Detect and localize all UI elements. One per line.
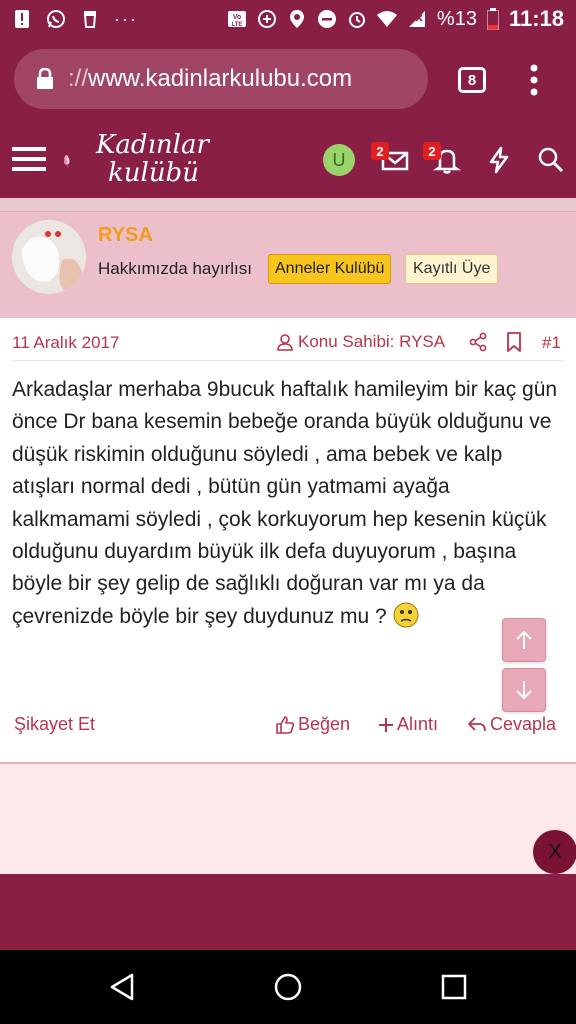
like-button[interactable]: Beğen [275, 714, 350, 735]
worried-face-emoji-icon [393, 602, 419, 628]
dnd-icon [317, 10, 336, 28]
ad-area [0, 764, 576, 874]
scroll-down-button[interactable] [502, 668, 546, 712]
address-bar[interactable]: :// www.kadinlarkulubu.com [14, 49, 428, 109]
svg-text:LTE: LTE [231, 22, 242, 28]
post-date[interactable]: 11 Aralık 2017 [12, 333, 119, 353]
report-label: Şikayet Et [14, 714, 96, 734]
bookmark-icon[interactable] [506, 332, 522, 352]
messages-badge: 2 [371, 142, 389, 160]
plus-icon [379, 717, 393, 732]
author-avatar[interactable] [12, 220, 86, 294]
user-icon [277, 334, 293, 351]
report-link[interactable]: Şikayet Et [14, 714, 95, 735]
browser-toolbar: :// www.kadinlarkulubu.com 8 [0, 38, 576, 120]
url-host: www.kadinlarkulubu.com [88, 65, 353, 92]
close-ad-button[interactable]: X [533, 830, 576, 874]
volte-icon: VoLTE [227, 11, 246, 28]
overflow-menu-icon[interactable] [524, 62, 544, 98]
more-icon: ··· [114, 8, 138, 29]
status-bar: ··· Vo LTE %13 11:18 [0, 0, 576, 38]
location-icon [289, 10, 304, 28]
author-title: Hakkımızda hayırlısı [98, 259, 252, 278]
meta-divider [12, 360, 564, 361]
alert-icon [15, 10, 29, 28]
logo-text-bottom: kulübü [108, 158, 199, 188]
header-divider [0, 198, 576, 212]
baby-avatar-image [12, 220, 86, 294]
battery-icon [486, 8, 499, 30]
system-navigation-bar [0, 950, 576, 1024]
thread-owner-text: Konu Sahibi: RYSA [298, 332, 446, 351]
post-number[interactable]: #1 [542, 333, 561, 353]
post-meta: 11 Aralık 2017 Konu Sahibi: RYSA #1 [0, 318, 576, 362]
lock-icon [37, 68, 53, 89]
footer-banner [0, 874, 576, 950]
post-author-block: RYSA Hakkımızda hayırlısı Anneler Kulübü… [0, 212, 576, 318]
arrow-up-icon [516, 630, 532, 649]
arrow-down-icon [516, 681, 532, 700]
hamburger-menu-icon[interactable] [12, 145, 46, 173]
recents-icon[interactable] [439, 972, 469, 1002]
signal-icon [408, 11, 425, 27]
share-icon[interactable] [468, 332, 488, 352]
reply-label: Cevapla [490, 714, 557, 734]
reply-button[interactable]: Cevapla [467, 714, 556, 735]
post-card: 11 Aralık 2017 Konu Sahibi: RYSA #1 Arka… [0, 318, 576, 764]
alerts-badge: 2 [423, 142, 441, 160]
post-body-text: Arkadaşlar merhaba 9bucuk haftalık hamil… [12, 378, 558, 628]
quote-button[interactable]: Alıntı [378, 714, 438, 735]
scroll-up-button[interactable] [502, 618, 546, 662]
home-icon[interactable] [273, 972, 303, 1002]
svg-text:Vo: Vo [233, 14, 241, 21]
clock: 11:18 [508, 6, 564, 31]
alarm-icon [348, 12, 365, 28]
tab-switcher-button[interactable]: 8 [458, 67, 486, 93]
battery-percent: %13 [436, 7, 477, 30]
member-status-tag: Kayıtlı Üye [405, 254, 499, 284]
search-icon[interactable] [536, 145, 566, 175]
like-label: Beğen [298, 714, 351, 734]
data-saver-icon [257, 10, 276, 28]
lightning-icon[interactable] [484, 145, 514, 175]
post-body: Arkadaşlar merhaba 9bucuk haftalık hamil… [12, 374, 568, 633]
user-avatar[interactable]: U [323, 144, 355, 176]
quote-label: Alıntı [397, 714, 439, 734]
logo-text-top: Kadınlar [96, 130, 209, 160]
author-name[interactable]: RYSA [98, 224, 153, 247]
thumbs-up-icon [276, 715, 295, 734]
reply-arrow-icon [468, 716, 486, 731]
wifi-icon [376, 11, 397, 27]
trash-icon [83, 11, 97, 28]
url-protocol: :// [68, 65, 89, 92]
user-group-tag: Anneler Kulübü [268, 254, 392, 284]
back-icon[interactable] [108, 972, 138, 1002]
post-actions: Şikayet Et Beğen Alıntı Cevapla [0, 714, 576, 744]
whatsapp-icon [47, 10, 65, 28]
thread-owner-label: Konu Sahibi: RYSA [276, 332, 445, 352]
